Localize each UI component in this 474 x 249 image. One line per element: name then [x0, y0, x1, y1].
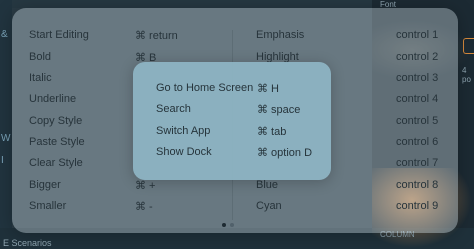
bg-left-fragment: &: [1, 29, 8, 40]
bg-fragment: 4 po: [462, 66, 471, 84]
system-shortcut-name: Search: [156, 103, 191, 115]
system-shortcut-name: Switch App: [156, 125, 211, 137]
shortcut-name: Bigger: [29, 179, 61, 191]
shortcut-key: control 9: [396, 200, 439, 212]
shortcut-key: control 5: [396, 115, 439, 127]
shortcut-name: Clear Style: [29, 157, 83, 169]
shortcut-key: control 6: [396, 136, 439, 148]
shortcut-key: ⌘ +: [135, 180, 156, 192]
bg-scenarios-label: E Scenarios: [3, 238, 52, 248]
shortcut-key: control 8: [396, 179, 439, 191]
page-dot-current[interactable]: [222, 223, 226, 227]
shortcut-key: ⌘ return: [135, 30, 178, 42]
shortcut-name: Paste Style: [29, 136, 85, 148]
shortcut-key: control 3: [396, 72, 439, 84]
system-shortcut-key: ⌘ option D: [257, 147, 313, 159]
shortcut-key: control 1: [396, 29, 439, 41]
system-shortcut-name: Show Dock: [156, 146, 212, 158]
shortcut-key: control 2: [396, 51, 439, 63]
shortcut-name: Bold: [29, 51, 52, 63]
shortcut-key: ⌘ -: [135, 201, 153, 213]
system-shortcut-key: ⌘ space: [257, 104, 301, 116]
shortcut-name: Start Editing: [29, 29, 89, 41]
bg-left-fragment: W: [1, 133, 11, 144]
shortcut-name: Underline: [29, 93, 77, 105]
shortcut-name: Smaller: [29, 200, 67, 212]
page-dot[interactable]: [230, 223, 234, 227]
bg-accent-field: [463, 38, 474, 54]
shortcut-name: Italic: [29, 72, 52, 84]
shortcut-name: Copy Style: [29, 115, 83, 127]
shortcut-key: control 7: [396, 157, 439, 169]
system-shortcut-name: Go to Home Screen: [156, 82, 254, 94]
page-indicator[interactable]: [222, 223, 234, 227]
shortcut-name: Blue: [256, 179, 279, 191]
shortcut-name: Emphasis: [256, 29, 305, 41]
shortcut-key: control 4: [396, 93, 439, 105]
shortcut-name: Cyan: [256, 200, 282, 212]
system-shortcut-key: ⌘ H: [257, 83, 279, 95]
bg-left-fragment: I: [1, 155, 4, 166]
system-shortcuts-overlay: Go to Home Screen ⌘ H Search ⌘ space Swi…: [133, 62, 331, 180]
system-shortcut-key: ⌘ tab: [257, 126, 287, 138]
